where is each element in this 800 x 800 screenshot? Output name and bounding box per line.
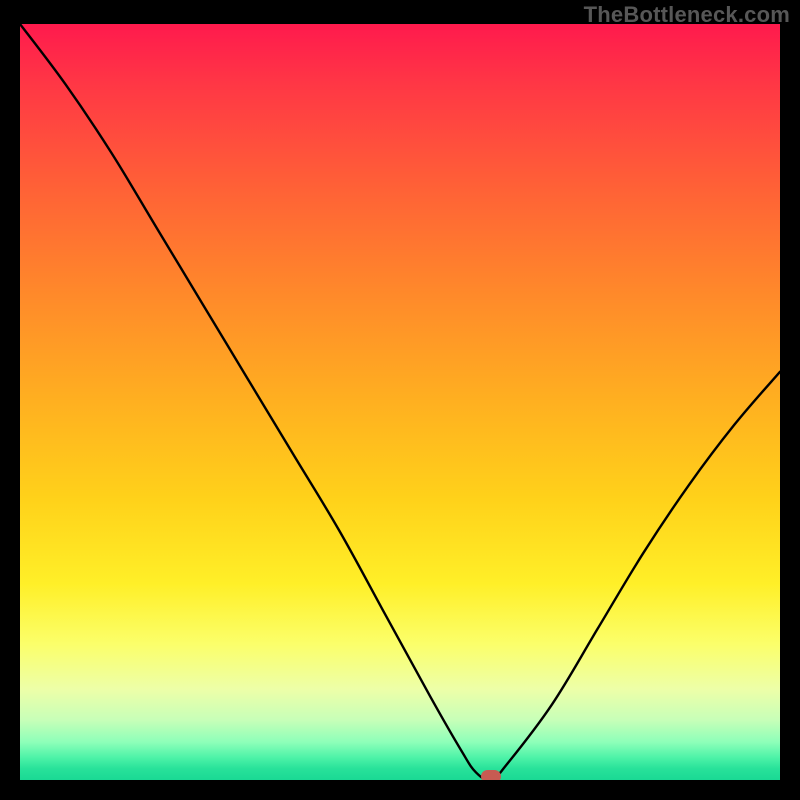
watermark-text: TheBottleneck.com	[584, 2, 790, 28]
bottleneck-curve	[20, 24, 780, 780]
marker-dot	[481, 770, 501, 780]
plot-area	[20, 24, 780, 780]
chart-frame: TheBottleneck.com	[0, 0, 800, 800]
curve-path	[20, 24, 780, 780]
